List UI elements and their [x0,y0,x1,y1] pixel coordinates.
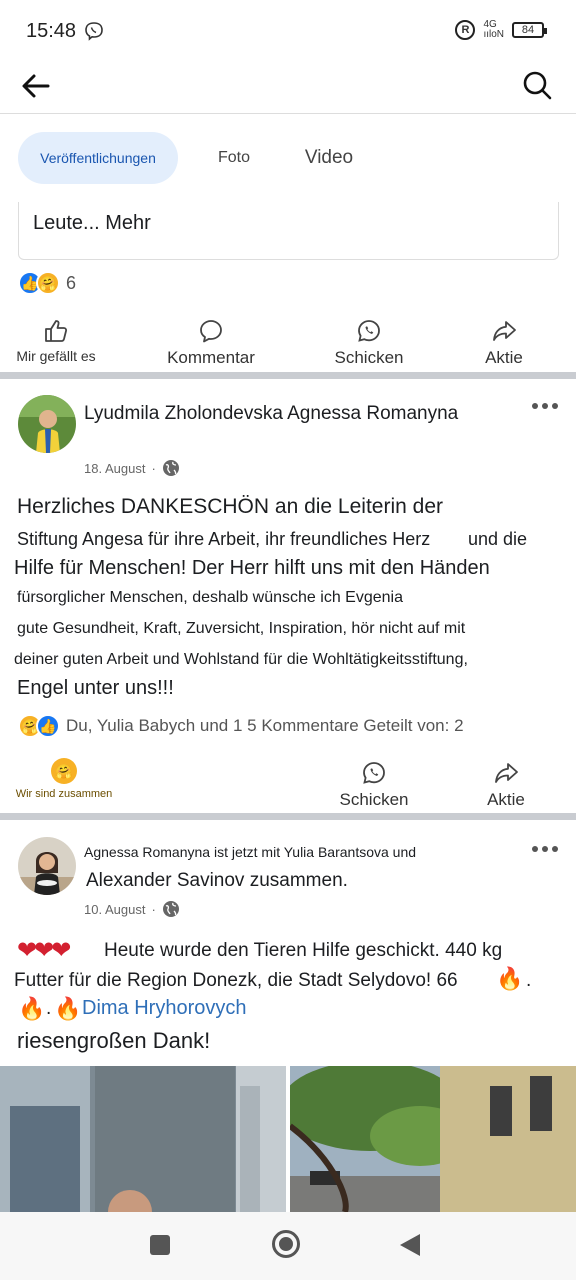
feed-separator [0,372,576,379]
post-line: deiner guten Arbeit und Wohlstand für di… [14,651,468,668]
fire-emoji-icon: 🔥 [496,966,524,991]
back-arrow-icon[interactable] [18,68,54,104]
share-arrow-icon [495,763,518,783]
tab-photo-label: Foto [217,149,250,166]
meta-dot: · [151,460,156,476]
network-indicator: 4G ııloN [483,20,504,40]
status-icons: R 4G ııloN 84 [455,20,547,40]
post-line: Hilfe für Menschen! Der Herr hilft uns m… [14,557,490,579]
share-arrow-icon [493,321,516,341]
send-button[interactable]: Schicken [309,316,429,374]
post-actions: 🤗 Wir sind zusammen Schicken Aktie [0,758,576,816]
meta-dot: · [151,901,156,917]
more-options-icon[interactable] [530,400,560,412]
avatar[interactable] [18,837,76,895]
status-time: 15:48 [26,20,77,42]
post-line: Herzliches DANKESCHÖN an die Leiterin de… [17,495,443,518]
whatsapp-icon [363,762,385,784]
recent-apps-button[interactable] [150,1235,170,1255]
status-bar: 15:48 R 4G ııloN 84 [0,0,576,60]
like-reaction-icon: 👍 [36,714,60,738]
shared-post-card[interactable]: Leute... Mehr [18,202,559,260]
post-photo[interactable] [0,1066,286,1212]
react-label: Wir sind zusammen [15,788,113,800]
send-label: Schicken [339,790,409,809]
system-nav-bar [0,1212,576,1280]
post-line: . [526,970,532,991]
thumbs-up-icon [45,320,68,342]
tab-photo[interactable]: Foto [208,132,260,184]
comment-label: Kommentar [167,348,255,367]
tab-video-label: Video [304,147,354,168]
share-label: Aktie [487,790,525,809]
whatsapp-icon [358,320,380,342]
search-icon[interactable] [520,68,554,102]
post-header-line[interactable]: Alexander Savinov zusammen. [86,870,348,892]
filter-tabs: Veröffentlichungen Foto Video [0,114,576,202]
post-date[interactable]: 18. August [84,461,145,476]
post-line: fürsorglicher Menschen, deshalb wünsche … [17,589,403,606]
back-button[interactable] [400,1234,420,1256]
send-label: Schicken [334,348,404,367]
post-line: Engel unter uns!!! [17,677,174,699]
send-button[interactable]: Schicken [314,758,434,816]
battery-icon: 84 [512,22,547,38]
share-label: Aktie [485,348,523,367]
heart-emoji-icon: ❤❤❤ [17,937,71,964]
fire-emoji-icon: 🔥 [54,996,82,1021]
shared-post-text[interactable]: Leute... Mehr [33,212,151,235]
globe-icon [162,460,179,476]
post-line: Heute wurde den Tieren Hilfe geschickt. … [104,940,503,961]
post-meta: 18. August · [84,459,180,477]
post-line: . [46,998,52,1019]
like-button[interactable]: Mir gefällt es [0,316,116,374]
care-reaction-icon: 🤗 [51,758,77,784]
reaction-summary-text: Du, Yulia Babych und 1 5 Kommentare Gete… [66,716,464,735]
tab-publications[interactable]: Veröffentlichungen [18,132,178,184]
avatar-photo [18,837,76,895]
post-date[interactable]: 10. August [84,902,145,917]
care-reaction-icon: 🤗 [36,271,60,295]
reaction-count: 6 [66,272,77,293]
reaction-summary[interactable]: 👍 🤗 6 [18,271,76,295]
post-photo[interactable] [290,1066,576,1212]
post-line: gute Gesundheit, Kraft, Zuversicht, Insp… [17,620,466,637]
like-label: Mir gefällt es [16,348,96,364]
post-line: Stiftung Angesa für ihre Arbeit, ihr fre… [17,529,431,549]
tab-publications-label: Veröffentlichungen [40,150,156,166]
more-options-icon[interactable] [530,843,560,855]
top-bar [0,60,576,114]
mention-link[interactable]: Dima Hryhorovych [82,997,246,1020]
home-button[interactable] [272,1230,300,1258]
post-body: Herzliches DANKESCHÖN an die Leiterin de… [14,495,562,705]
react-button[interactable]: 🤗 Wir sind zusammen [4,758,124,816]
post-line: und die [468,529,528,549]
share-button[interactable]: Aktie [444,316,564,374]
post-meta: 10. August · [84,900,180,918]
registered-icon: R [455,20,476,40]
tab-video[interactable]: Video [298,132,360,184]
feed-separator [0,813,576,820]
avatar-photo [18,395,76,453]
reaction-summary[interactable]: 🤗 👍 Du, Yulia Babych und 1 5 Kommentare … [18,714,464,738]
comment-icon [200,320,222,343]
avatar[interactable] [18,395,76,453]
signal-text: ııloN [483,29,504,40]
post-photo-image [0,1066,286,1212]
comment-button[interactable]: Kommentar [151,316,271,374]
post-photo-image [290,1066,576,1212]
post-actions: Mir gefällt es Kommentar Schicken Aktie [0,316,576,374]
globe-icon [162,901,179,917]
post-line: Futter für die Region Donezk, die Stadt … [14,970,458,991]
fire-emoji-icon: 🔥 [18,996,46,1021]
post-header-line[interactable]: Agnessa Romanyna ist jetzt mit Yulia Bar… [84,844,416,860]
battery-level: 84 [521,24,535,36]
viber-icon [85,22,103,41]
post-author[interactable]: Lyudmila Zholondevska Agnessa Romanyna [84,403,458,425]
post-body: ❤❤❤ Heute wurde den Tieren Hilfe geschic… [14,936,562,1061]
share-button[interactable]: Aktie [446,758,566,816]
post-line: riesengroßen Dank! [17,1028,211,1053]
